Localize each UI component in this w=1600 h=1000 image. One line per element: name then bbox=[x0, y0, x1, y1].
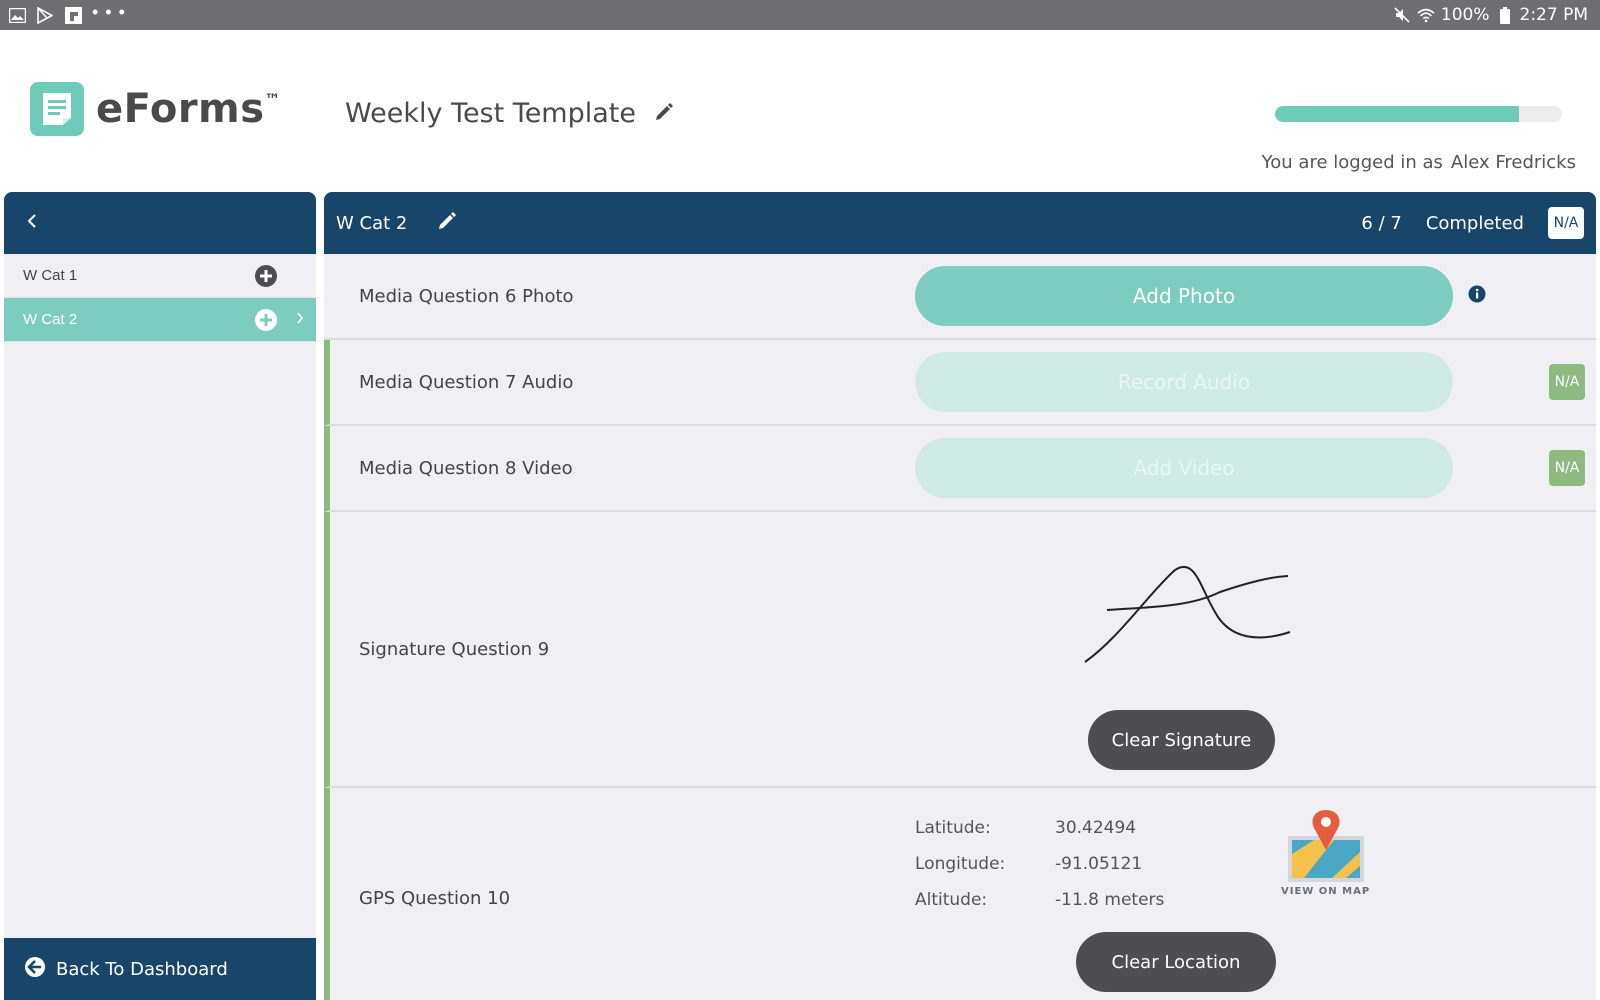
category-header: W Cat 2 6 / 7 Completed N/A bbox=[324, 192, 1596, 254]
altitude-value: -11.8 meters bbox=[1055, 890, 1165, 910]
logo-wordmark: eForms™ bbox=[96, 86, 281, 132]
mute-icon bbox=[1393, 6, 1411, 24]
add-video-button[interactable]: Add Video bbox=[915, 438, 1453, 498]
question-na-button[interactable]: N/A bbox=[1549, 450, 1585, 486]
chevron-right-icon bbox=[296, 311, 304, 329]
question-label: Media Question 7 Audio bbox=[359, 371, 574, 393]
clock: 2:27 PM bbox=[1519, 5, 1589, 25]
latitude-value: 30.42494 bbox=[1055, 818, 1137, 838]
add-photo-button[interactable]: Add Photo bbox=[915, 266, 1453, 326]
sidebar-header bbox=[4, 192, 316, 254]
user-name: Alex Fredricks bbox=[1450, 152, 1576, 173]
clear-location-button[interactable]: Clear Location bbox=[1076, 932, 1276, 992]
longitude-label: Longitude: bbox=[915, 854, 1006, 874]
question-row: Signature Question 9 Clear Signature bbox=[324, 512, 1596, 788]
arrow-left-circle-icon bbox=[24, 956, 46, 983]
view-on-map-label: VIEW ON MAP bbox=[1281, 886, 1371, 897]
longitude-value: -91.05121 bbox=[1055, 854, 1143, 874]
question-row: GPS Question 10 Latitude: 30.42494 Longit… bbox=[324, 788, 1596, 1000]
gallery-icon bbox=[8, 6, 26, 24]
flipboard-icon bbox=[64, 6, 82, 24]
trademark: ™ bbox=[264, 90, 282, 109]
completion-count: 6 / 7 bbox=[1361, 212, 1402, 234]
question-row: Media Question 8 Video Add Video N/A bbox=[324, 426, 1596, 512]
question-na-button[interactable]: N/A bbox=[1549, 364, 1585, 400]
latitude-label: Latitude: bbox=[915, 818, 991, 838]
form-progress-fill bbox=[1275, 106, 1519, 122]
logo-text: eForms bbox=[96, 86, 265, 132]
clear-signature-button[interactable]: Clear Signature bbox=[1088, 710, 1275, 770]
map-pin-icon bbox=[1287, 810, 1364, 882]
app-logo: eForms™ bbox=[30, 82, 281, 136]
status-bar: • • • 100% 2:27 PM bbox=[0, 0, 1600, 30]
form-title: Weekly Test Template bbox=[345, 98, 674, 129]
question-row: Media Question 7 Audio Record Audio N/A bbox=[324, 340, 1596, 426]
sidebar-item-label: W Cat 2 bbox=[23, 311, 78, 328]
battery-icon bbox=[1496, 6, 1514, 24]
back-to-dashboard-button[interactable]: Back To Dashboard bbox=[4, 938, 316, 1000]
category-na-button[interactable]: N/A bbox=[1548, 207, 1584, 239]
completed-label: Completed bbox=[1425, 212, 1524, 234]
pencil-icon[interactable] bbox=[654, 98, 674, 129]
play-store-icon bbox=[36, 6, 54, 24]
question-label: Signature Question 9 bbox=[359, 638, 550, 660]
back-to-dashboard-label: Back To Dashboard bbox=[56, 958, 228, 980]
sidebar-item-label: W Cat 1 bbox=[23, 267, 78, 284]
form-title-text: Weekly Test Template bbox=[345, 98, 636, 129]
login-prefix: You are logged in as bbox=[1261, 152, 1443, 173]
view-on-map-button[interactable]: VIEW ON MAP bbox=[1281, 806, 1370, 897]
wifi-icon bbox=[1417, 6, 1435, 24]
info-icon[interactable] bbox=[1468, 285, 1486, 308]
question-label: GPS Question 10 bbox=[359, 888, 511, 909]
pencil-icon[interactable] bbox=[437, 211, 457, 236]
question-label: Media Question 6 Photo bbox=[359, 285, 574, 307]
question-label: Media Question 8 Video bbox=[359, 457, 573, 479]
gps-readout: Latitude: 30.42494 Longitude: -91.05121 Al… bbox=[915, 810, 1164, 918]
record-audio-button[interactable]: Record Audio bbox=[915, 352, 1453, 412]
signature-pad[interactable] bbox=[1080, 562, 1310, 672]
sidebar-item-w-cat-1[interactable]: W Cat 1 bbox=[4, 254, 316, 298]
sidebar-item-w-cat-2[interactable]: W Cat 2 bbox=[4, 298, 316, 342]
category-panel: W Cat 2 6 / 7 Completed N/A Media Questi… bbox=[324, 192, 1596, 1000]
add-circle-icon[interactable] bbox=[254, 264, 278, 292]
category-sidebar: W Cat 1 W Cat 2 Back To Dashboard bbox=[4, 192, 316, 1000]
category-title: W Cat 2 bbox=[336, 212, 408, 234]
battery-percent: 100% bbox=[1440, 5, 1490, 25]
chevron-left-icon[interactable] bbox=[26, 212, 38, 235]
login-status: You are logged in as Alex Fredricks bbox=[1262, 152, 1576, 173]
add-circle-icon[interactable] bbox=[254, 308, 278, 336]
question-row: Media Question 6 Photo Add Photo bbox=[324, 254, 1596, 340]
altitude-label: Altitude: bbox=[915, 890, 988, 910]
document-icon bbox=[30, 82, 84, 136]
form-progress-bar bbox=[1275, 106, 1562, 122]
more-dots-icon: • • • bbox=[92, 2, 126, 22]
